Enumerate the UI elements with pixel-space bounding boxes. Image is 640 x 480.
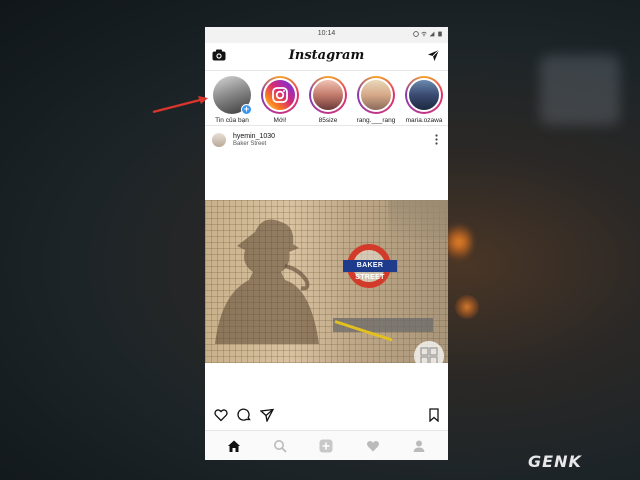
avatar — [359, 78, 393, 112]
story-ring — [261, 76, 299, 114]
profile-icon[interactable] — [412, 439, 426, 453]
avatar — [311, 78, 345, 112]
instagram-logo-icon — [272, 87, 288, 103]
heart-icon[interactable] — [214, 408, 228, 422]
background-blur-window — [540, 55, 620, 125]
battery-icon — [438, 31, 442, 37]
story-own[interactable]: + Tin của bạn — [208, 71, 256, 125]
activity-heart-icon[interactable] — [366, 439, 380, 453]
background-light — [446, 222, 472, 262]
watermark: GENK — [528, 452, 582, 471]
stories-tray: + Tin của bạn Mới! 85size rang.___rang m… — [205, 71, 448, 126]
story-ring — [309, 76, 347, 114]
comment-icon[interactable] — [237, 408, 251, 422]
story-label: rang.___rang — [356, 117, 396, 124]
share-icon[interactable] — [260, 408, 274, 422]
signal-icon — [429, 31, 435, 37]
home-icon[interactable] — [227, 439, 241, 453]
post-image[interactable]: BAKER STREET — [205, 200, 448, 363]
background-light — [455, 295, 479, 319]
story-label: Mới! — [273, 117, 287, 124]
status-icons — [413, 31, 443, 37]
more-options-icon[interactable] — [435, 134, 438, 145]
post-location[interactable]: Baker Street — [233, 141, 266, 147]
app-header: Instagram — [205, 43, 448, 71]
phone-screen: 10:14 Instagram + Tin của bạn Mới! 85siz… — [205, 27, 448, 460]
story-label: 85size — [318, 117, 338, 124]
story-label: Tin của bạn — [215, 117, 249, 124]
annotation-arrow-icon — [152, 96, 208, 114]
direct-message-icon[interactable] — [427, 49, 440, 62]
grid-overlay-icon[interactable] — [414, 341, 444, 363]
add-story-icon[interactable]: + — [241, 104, 252, 115]
search-icon[interactable] — [273, 439, 287, 453]
story-ring — [405, 76, 443, 114]
avatar — [263, 78, 297, 112]
tunnel-ceiling — [388, 200, 448, 240]
story-ring — [357, 76, 395, 114]
alarm-icon — [413, 31, 419, 37]
status-time: 10:14 — [317, 30, 336, 37]
story-item[interactable]: Mới! — [256, 71, 304, 125]
grid-icon — [420, 347, 438, 363]
story-label: maria.ozawa — [405, 117, 443, 124]
story-item[interactable]: rang.___rang — [352, 71, 400, 125]
story-item[interactable]: 85size — [304, 71, 352, 125]
story-item[interactable]: maria.ozawa — [400, 71, 448, 125]
post-header: hyemin_1030 Baker Street — [205, 126, 448, 154]
avatar — [407, 78, 441, 112]
station-sign: BAKER STREET — [343, 260, 397, 281]
silhouette-figure — [215, 219, 319, 344]
app-logo: Instagram — [288, 48, 365, 63]
bottom-nav — [205, 430, 448, 460]
post-actions — [205, 405, 448, 425]
wifi-icon — [421, 31, 427, 37]
story-ring: + — [213, 76, 252, 115]
bookmark-icon[interactable] — [427, 408, 441, 422]
post-username[interactable]: hyemin_1030 — [233, 133, 275, 140]
post-author-avatar[interactable] — [212, 133, 226, 147]
status-bar: 10:14 — [205, 27, 448, 43]
add-post-icon[interactable] — [319, 439, 333, 453]
